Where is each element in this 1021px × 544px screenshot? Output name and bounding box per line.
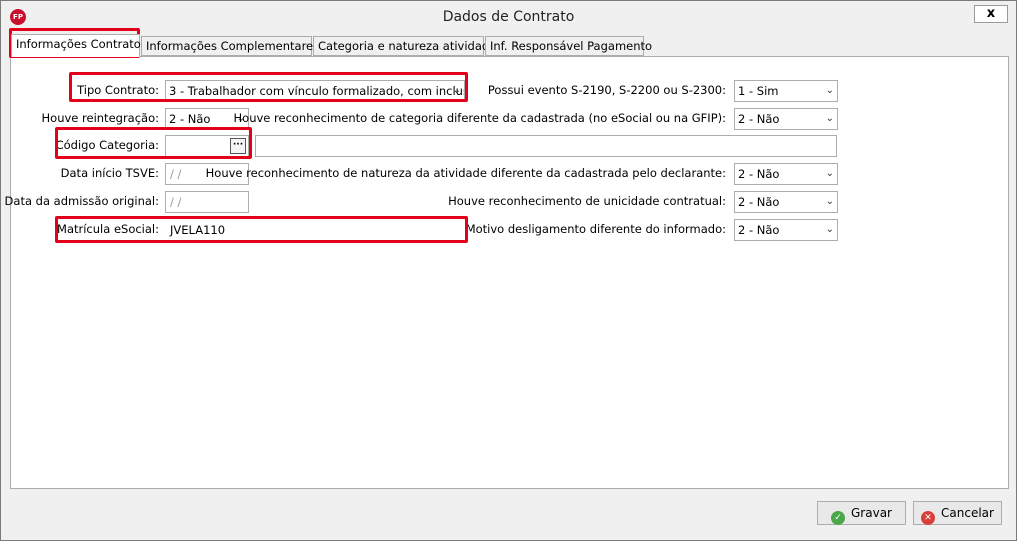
tab-informacoes-contrato[interactable]: Informações Contrato [11, 34, 141, 57]
rec-natureza-select[interactable]: 2 - Não ⌄ [734, 163, 838, 185]
window-title: Dados de Contrato [442, 9, 575, 25]
codigo-categoria-lookup-button[interactable]: ··· [230, 138, 246, 154]
chevron-down-icon: ⌄ [825, 113, 834, 124]
matricula-input[interactable]: JVELA110 [165, 219, 465, 241]
reintegracao-label: Houve reintegração: [41, 111, 159, 125]
rec-categoria-select[interactable]: 2 - Não ⌄ [734, 108, 838, 130]
chevron-down-icon: ⌄ [825, 224, 834, 235]
cancelar-button[interactable]: ✕ Cancelar [913, 501, 1002, 525]
codigo-categoria-label: Código Categoria: [55, 138, 159, 152]
matricula-label: Matrícula eSocial: [57, 222, 159, 236]
cancel-icon: ✕ [921, 511, 936, 525]
data-admissao-input[interactable]: / / [165, 191, 249, 213]
chevron-down-icon: ⌄ [825, 168, 834, 179]
rec-categoria-label: Houve reconhecimento de categoria difere… [233, 111, 726, 125]
motivo-desligamento-label: Motivo desligamento diferente do informa… [465, 222, 726, 236]
possui-evento-label: Possui evento S-2190, S-2200 ou S-2300: [487, 83, 726, 97]
possui-evento-select[interactable]: 1 - Sim ⌄ [734, 80, 838, 102]
chevron-down-icon: ⌄ [825, 85, 834, 96]
motivo-desligamento-select[interactable]: 2 - Não ⌄ [734, 219, 838, 241]
rec-unicidade-label: Houve reconhecimento de unicidade contra… [448, 194, 726, 208]
tab-informacoes-complementares[interactable]: Informações Complementares [141, 36, 319, 56]
close-button[interactable]: x [974, 5, 1008, 23]
tab-responsavel-pagamento[interactable]: Inf. Responsável Pagamento [485, 36, 652, 56]
rec-natureza-label: Houve reconhecimento de natureza da ativ… [205, 166, 726, 180]
check-icon: ✓ [831, 511, 845, 525]
chevron-down-icon: ⌄ [825, 196, 834, 207]
tab-categoria-natureza[interactable]: Categoria e natureza atividade [313, 36, 496, 56]
rec-unicidade-select[interactable]: 2 - Não ⌄ [734, 191, 838, 213]
form-panel: Tipo Contrato: 3 - Trabalhador com víncu… [5, 56, 1009, 489]
chevron-down-icon: ⌄ [452, 85, 461, 96]
codigo-categoria-description [255, 135, 837, 157]
data-admissao-label: Data da admissão original: [4, 194, 159, 208]
data-inicio-tsve-label: Data início TSVE: [60, 166, 159, 180]
dialog-window: FP Dados de Contrato x Informações Contr… [0, 0, 1017, 541]
tipo-contrato-label: Tipo Contrato: [77, 83, 159, 97]
tipo-contrato-select[interactable]: 3 - Trabalhador com vínculo formalizado,… [165, 80, 465, 102]
gravar-button[interactable]: ✓ Gravar [817, 501, 906, 525]
title-bar: FP Dados de Contrato x [1, 1, 1016, 31]
